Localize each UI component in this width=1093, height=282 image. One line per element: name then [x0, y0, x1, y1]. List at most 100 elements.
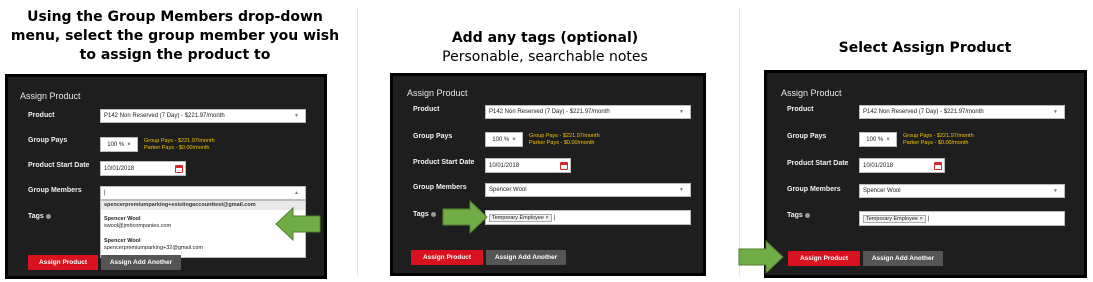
start-date-value: 10/01/2018: [104, 165, 135, 172]
assign-product-panel-1: Assign Product Product P142 Non Reserved…: [5, 74, 327, 279]
column-divider: [357, 8, 358, 276]
tags-input[interactable]: Temporary Employee × |: [485, 210, 691, 225]
caption-col1-line1: Using the Group Members drop-down: [27, 9, 323, 25]
clear-icon[interactable]: ×: [127, 142, 131, 148]
group-members-label: Group Members: [28, 187, 82, 194]
start-date-label: Product Start Date: [28, 162, 90, 169]
percent-value: 100 %: [492, 136, 510, 143]
calendar-icon[interactable]: [934, 162, 942, 170]
parker-pays-text: Parker Pays - $0.00/month: [903, 140, 969, 146]
assign-add-another-button[interactable]: Assign Add Another: [101, 255, 181, 270]
product-value: P142 Non Reserved (7 Day) - $221.97/mont…: [863, 109, 984, 115]
tag-chip: Temporary Employee ×: [863, 214, 926, 223]
group-pays-text: Group Pays - $221.97/month: [529, 133, 600, 139]
assign-add-another-button[interactable]: Assign Add Another: [863, 251, 943, 266]
start-date-value: 10/01/2018: [489, 162, 520, 169]
product-select[interactable]: P142 Non Reserved (7 Day) - $221.97/mont…: [485, 105, 691, 119]
tags-input[interactable]: Temporary Employee × |: [859, 211, 1065, 226]
chevron-up-icon: ▲: [294, 190, 299, 196]
start-date-label: Product Start Date: [413, 159, 475, 166]
assign-product-panel-2: Assign Product Product P142 Non Reserved…: [390, 73, 706, 276]
assign-product-button[interactable]: Assign Product: [28, 255, 98, 270]
panel-title: Assign Product: [781, 88, 842, 98]
start-date-input[interactable]: 10/01/2018: [859, 158, 945, 173]
caption-col2-subtitle: Personable, searchable notes: [442, 49, 648, 65]
chevron-down-icon: ▼: [679, 109, 684, 115]
clear-icon[interactable]: ×: [512, 137, 516, 143]
group-members-select[interactable]: Spencer Wool ▼: [485, 183, 691, 197]
group-pays-percent-input[interactable]: 100 % ×: [100, 137, 138, 152]
panel-title: Assign Product: [407, 88, 468, 98]
assign-product-button[interactable]: Assign Product: [788, 251, 860, 266]
product-value: P142 Non Reserved (7 Day) - $221.97/mont…: [489, 109, 610, 115]
product-label: Product: [787, 106, 814, 113]
parker-pays-text: Parker Pays - $0.00/month: [144, 145, 210, 151]
start-date-value: 10/01/2018: [863, 162, 894, 169]
caption-col1: Using the Group Members drop-down menu, …: [10, 8, 340, 65]
tags-label-text: Tags: [28, 213, 44, 220]
chevron-down-icon: ▼: [294, 113, 299, 119]
start-date-input[interactable]: 10/01/2018: [485, 158, 571, 173]
tags-label-text: Tags: [413, 211, 429, 218]
assign-add-another-button[interactable]: Assign Add Another: [486, 250, 566, 265]
group-pays-percent-input[interactable]: 100 % ×: [485, 132, 523, 147]
chevron-down-icon: ▼: [1053, 109, 1058, 115]
dropdown-option-2[interactable]: Spencer Wool swool@jmhcompanies.com: [104, 216, 171, 230]
green-arrow: [442, 200, 488, 234]
start-date-input[interactable]: 10/01/2018: [100, 161, 186, 176]
calendar-icon[interactable]: [560, 162, 568, 170]
group-members-select[interactable]: | ▲: [100, 186, 306, 200]
calendar-icon[interactable]: [175, 165, 183, 173]
tags-label: Tags: [28, 213, 51, 220]
info-icon: [430, 211, 436, 217]
pays-breakdown: Group Pays - $221.97/month Parker Pays -…: [529, 133, 600, 147]
chevron-down-icon: ▼: [1053, 188, 1058, 194]
green-arrow: [275, 207, 321, 241]
caption-col1-line2: menu, select the group member you wish: [10, 28, 340, 44]
pays-breakdown: Group Pays - $221.97/month Parker Pays -…: [903, 133, 974, 147]
caption-col1-line3: to assign the product to: [79, 47, 271, 63]
assign-product-panel-3: Assign Product Product P142 Non Reserved…: [764, 70, 1087, 278]
assign-product-button[interactable]: Assign Product: [411, 250, 483, 265]
group-members-label: Group Members: [413, 184, 467, 191]
product-select[interactable]: P142 Non Reserved (7 Day) - $221.97/mont…: [100, 109, 306, 123]
clear-icon[interactable]: ×: [886, 137, 890, 143]
text-cursor: |: [553, 214, 556, 221]
caption-col3: Select Assign Product: [838, 40, 1012, 56]
group-pays-percent-input[interactable]: 100 % ×: [859, 132, 897, 147]
tag-remove-icon[interactable]: ×: [920, 216, 923, 222]
group-members-value: Spencer Wool: [863, 188, 901, 194]
info-icon: [45, 213, 51, 219]
group-pays-label: Group Pays: [28, 137, 68, 144]
dropdown-option-3-email: spencerpremiumparking+32@gmail.com: [104, 245, 203, 251]
product-select[interactable]: P142 Non Reserved (7 Day) - $221.97/mont…: [859, 105, 1065, 119]
start-date-label: Product Start Date: [787, 160, 849, 167]
percent-value: 100 %: [866, 136, 884, 143]
tags-label: Tags: [787, 212, 810, 219]
dropdown-option-3-name: Spencer Wool: [104, 238, 141, 244]
tag-chip-label: Temporary Employee: [866, 215, 918, 222]
chevron-down-icon: ▼: [679, 187, 684, 193]
dropdown-option-3[interactable]: Spencer Wool spencerpremiumparking+32@gm…: [104, 238, 203, 252]
tags-label: Tags: [413, 211, 436, 218]
product-label: Product: [413, 106, 440, 113]
tags-label-text: Tags: [787, 212, 803, 219]
caption-col2: Add any tags (optional) Personable, sear…: [390, 29, 700, 67]
product-label: Product: [28, 112, 55, 119]
column-divider: [739, 8, 740, 276]
caption-col2-title: Add any tags (optional): [451, 30, 639, 46]
group-members-select[interactable]: Spencer Wool ▼: [859, 184, 1065, 198]
group-members-label: Group Members: [787, 186, 841, 193]
tag-chip: Temporary Employee ×: [489, 213, 552, 222]
group-members-cursor: |: [104, 190, 106, 196]
dropdown-option-2-name: Spencer Wool: [104, 216, 141, 222]
parker-pays-text: Parker Pays - $0.00/month: [529, 140, 595, 146]
green-arrow: [738, 240, 784, 274]
percent-value: 100 %: [107, 141, 125, 148]
group-pays-label: Group Pays: [787, 133, 827, 140]
tag-chip-label: Temporary Employee: [492, 214, 544, 221]
group-pays-text: Group Pays - $221.97/month: [903, 133, 974, 139]
tag-remove-icon[interactable]: ×: [546, 215, 549, 221]
pays-breakdown: Group Pays - $221.97/month Parker Pays -…: [144, 138, 215, 152]
dropdown-option-1[interactable]: spencerpremiumparking+existingaccounttes…: [104, 202, 256, 209]
